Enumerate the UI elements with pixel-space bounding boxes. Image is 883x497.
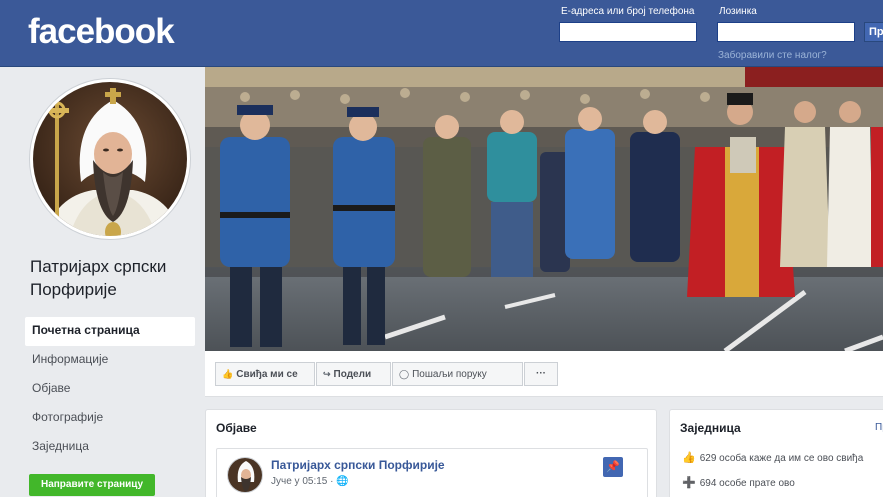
share-label: Подели bbox=[333, 369, 372, 380]
like-page-button[interactable]: 👍 Свиђа ми се bbox=[215, 362, 315, 386]
more-options-button[interactable]: ··· bbox=[524, 362, 558, 386]
create-page-button[interactable]: Направите страницу bbox=[29, 474, 155, 496]
share-icon: ↪ bbox=[323, 369, 331, 379]
globe-icon: 🌐 bbox=[336, 476, 349, 487]
password-label: Лозинка bbox=[719, 6, 757, 17]
community-panel-title: Заједница bbox=[680, 421, 741, 435]
posts-panel-title: Објаве bbox=[216, 421, 257, 435]
post-avatar-image bbox=[228, 458, 262, 492]
like-label: Свиђа ми се bbox=[236, 369, 298, 380]
community-panel: Заједница Пр 👍629 особа каже да им се ов… bbox=[669, 409, 883, 497]
forgot-account-link[interactable]: Заборавили сте налог? bbox=[718, 50, 827, 61]
facebook-logo[interactable]: facebook bbox=[28, 12, 175, 52]
email-input[interactable] bbox=[559, 22, 697, 42]
community-follows-row: ➕ 694 особе прате ово bbox=[682, 477, 795, 489]
login-button[interactable]: Пр bbox=[864, 22, 883, 42]
post-author-link[interactable]: Патријарх српски Порфирије bbox=[271, 458, 445, 472]
community-likes-row: 👍 629 особа каже да им се ово свиђа bbox=[682, 452, 864, 464]
nav-item-community[interactable]: Заједница bbox=[25, 433, 195, 462]
email-label: Е-адреса или број телефона bbox=[561, 6, 695, 17]
procession-cover-image bbox=[205, 67, 883, 351]
pin-icon: 📌 bbox=[603, 457, 623, 477]
page-name: Патријарх српски Порфирије bbox=[30, 257, 167, 299]
post-author-avatar[interactable] bbox=[227, 457, 263, 493]
left-column: Патријарх српски Порфирије Почетна стран… bbox=[0, 67, 205, 497]
send-message-button[interactable]: ◯ Пошаљи поруку bbox=[392, 362, 523, 386]
messenger-icon: ◯ bbox=[399, 369, 410, 379]
share-button[interactable]: ↪ Подели bbox=[316, 362, 391, 386]
community-see-all-link[interactable]: Пр bbox=[875, 422, 883, 433]
nav-item-posts[interactable]: Објаве bbox=[25, 375, 195, 404]
profile-picture[interactable] bbox=[30, 79, 190, 239]
post-timestamp: Јуче у 05:15 · 🌐 bbox=[271, 476, 349, 487]
cover-photo[interactable] bbox=[205, 67, 883, 351]
posts-panel: Објаве Патријарх српски Порфирије Јуче у… bbox=[205, 409, 657, 497]
follow-icon: ➕ bbox=[682, 477, 696, 489]
page-navigation: Почетна страница Информације Објаве Фото… bbox=[25, 317, 195, 462]
nav-item-photos[interactable]: Фотографије bbox=[25, 404, 195, 433]
thumbs-up-icon: 👍 bbox=[682, 452, 696, 464]
password-input[interactable] bbox=[717, 22, 855, 42]
thumbs-up-icon: 👍 bbox=[222, 369, 234, 379]
nav-item-about[interactable]: Информације bbox=[25, 346, 195, 375]
nav-item-home[interactable]: Почетна страница bbox=[25, 317, 195, 346]
page-action-bar: 👍 Свиђа ми се ↪ Подели ◯ Пошаљи поруку ··· bbox=[205, 351, 883, 397]
patriarch-portrait-image bbox=[33, 82, 187, 236]
pinned-post: Патријарх српски Порфирије Јуче у 05:15 … bbox=[216, 448, 648, 497]
top-navigation-bar: facebook Е-адреса или број телефона Лози… bbox=[0, 0, 883, 67]
message-label: Пошаљи поруку bbox=[412, 369, 487, 380]
